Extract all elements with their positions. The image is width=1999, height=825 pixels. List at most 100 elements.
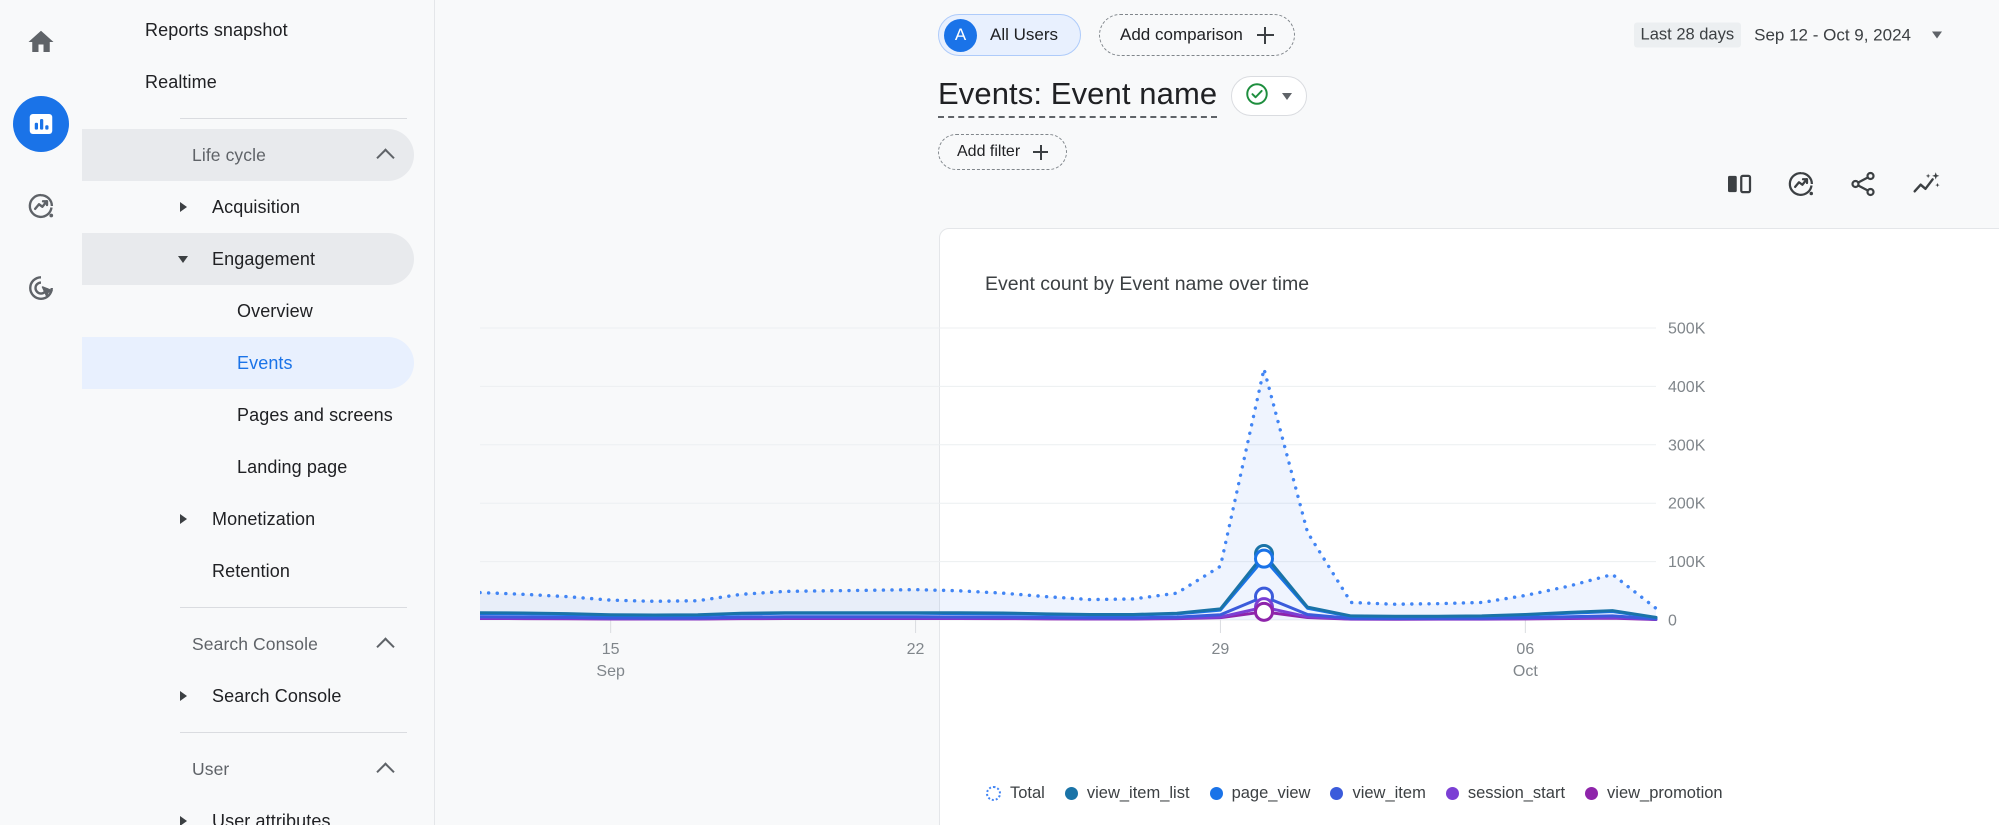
legend-item[interactable]: page_view — [1209, 784, 1311, 803]
sidebar-item-label: Reports snapshot — [145, 19, 288, 40]
sidebar-section-label: User — [192, 758, 230, 779]
sidebar-item-label: Landing page — [237, 456, 348, 477]
legend-item[interactable]: Total — [986, 784, 1045, 803]
data-point-marker-page_view[interactable] — [1254, 548, 1274, 569]
sidebar-item-label: Search Console — [212, 685, 342, 706]
plus-icon — [1033, 144, 1049, 160]
share-icon[interactable] — [1848, 169, 1878, 199]
chevron-up-icon — [376, 762, 395, 781]
home-icon[interactable] — [13, 14, 69, 70]
x-axis-tick-label: 15 — [602, 641, 620, 658]
legend-swatch-view_item — [1330, 787, 1344, 800]
chevron-down-icon — [1932, 31, 1942, 39]
main-content: A All Users Add comparison Last 28 days … — [435, 0, 1999, 825]
sidebar-item-user-attributes[interactable]: User attributes — [82, 795, 414, 825]
date-range-badge: Last 28 days — [1633, 22, 1742, 48]
sidebar-section-user[interactable]: User — [82, 743, 414, 795]
analytics-app: Reports snapshot Realtime Life cycle Acq… — [0, 0, 1999, 825]
x-axis-tick-sublabel: Sep — [596, 663, 625, 680]
add-comparison-label: Add comparison — [1120, 25, 1243, 44]
sidebar-item-label: Realtime — [145, 71, 217, 92]
legend-label: view_item — [1352, 784, 1426, 802]
sidebar-section-label: Search Console — [192, 633, 318, 654]
sidebar-item-label: User attributes — [212, 810, 331, 825]
y-axis-tick-label: 500K — [1668, 321, 1706, 338]
page-title[interactable]: Events: Event name — [938, 77, 1218, 119]
sidebar-item-reports-snapshot[interactable]: Reports snapshot — [82, 4, 414, 56]
legend-swatch-view_item_list — [1064, 787, 1078, 800]
legend-item[interactable]: view_item_list — [1064, 784, 1190, 803]
y-axis-tick-label: 400K — [1668, 379, 1706, 396]
y-axis-tick-label: 0 — [1668, 613, 1677, 630]
audience-chip-label: All Users — [990, 25, 1059, 44]
sidebar-item-retention[interactable]: Retention — [82, 545, 414, 597]
legend-label: Total — [1010, 784, 1045, 802]
legend-item[interactable]: view_promotion — [1585, 784, 1723, 803]
caret-right-icon — [180, 691, 187, 701]
time-series-chart[interactable]: 0 100K 200K 300K 400K 500K 15 Sep 22 29 06 Oct — [480, 318, 1766, 710]
sidebar-divider — [180, 607, 407, 608]
sidebar-item-pages-and-screens[interactable]: Pages and screens — [82, 389, 414, 441]
left-icon-rail — [0, 0, 82, 825]
sidebar-item-engagement[interactable]: Engagement — [82, 233, 414, 285]
legend-label: view_item_list — [1086, 784, 1190, 802]
sidebar-section-life-cycle[interactable]: Life cycle — [82, 129, 414, 181]
plus-icon — [1256, 26, 1274, 44]
sidebar-item-label: Acquisition — [212, 196, 301, 217]
date-range-picker[interactable]: Last 28 days Sep 12 - Oct 9, 2024 — [1633, 22, 1942, 48]
sidebar-item-label: Overview — [237, 300, 313, 321]
report-actions — [1724, 168, 1942, 200]
add-filter-button[interactable]: Add filter — [938, 134, 1068, 170]
sidebar-item-realtime[interactable]: Realtime — [82, 56, 414, 108]
legend-item[interactable]: session_start — [1445, 784, 1566, 803]
comparison-chips: A All Users Add comparison — [938, 14, 1295, 56]
legend-item[interactable]: view_item — [1330, 784, 1426, 803]
y-axis-tick-label: 100K — [1668, 554, 1706, 571]
report-topbar: A All Users Add comparison Last 28 days … — [435, 0, 1999, 70]
sidebar-item-monetization[interactable]: Monetization — [82, 493, 414, 545]
sidebar-item-landing-page[interactable]: Landing page — [82, 441, 414, 493]
insights-icon[interactable] — [1786, 169, 1816, 199]
legend-label: session_start — [1467, 784, 1566, 802]
caret-down-icon — [178, 255, 188, 263]
chevron-up-icon — [376, 637, 395, 656]
sidebar-item-label: Pages and screens — [237, 404, 393, 425]
sidebar-item-acquisition[interactable]: Acquisition — [82, 181, 414, 233]
sidebar-item-overview[interactable]: Overview — [82, 285, 414, 337]
sidebar-divider — [180, 118, 407, 119]
audience-chip-all-users[interactable]: A All Users — [938, 14, 1082, 56]
legend-label: view_promotion — [1607, 784, 1723, 802]
y-axis-tick-label: 300K — [1668, 437, 1706, 454]
series-area-Total — [480, 368, 1656, 620]
sidebar-item-events[interactable]: Events — [82, 337, 414, 389]
advertising-icon[interactable] — [13, 260, 69, 316]
sidebar-item-label: Retention — [212, 560, 290, 581]
legend-swatch-session_start — [1445, 787, 1459, 800]
reports-navigation: Reports snapshot Realtime Life cycle Acq… — [82, 0, 435, 825]
sidebar-item-search-console[interactable]: Search Console — [82, 670, 414, 722]
caret-right-icon — [180, 514, 187, 524]
sidebar-item-label: Monetization — [212, 508, 316, 529]
series-line-Total — [480, 367, 1658, 611]
legend-label: page_view — [1231, 784, 1311, 802]
legend-swatch-view_promotion — [1585, 787, 1599, 800]
chart-svg: 0 100K 200K 300K 400K 500K 15 Sep 22 29 06 Oct — [480, 321, 1706, 680]
reports-icon[interactable] — [13, 96, 69, 152]
avatar: A — [944, 18, 977, 52]
check-circle-icon — [1244, 81, 1270, 112]
sidebar-item-label: Engagement — [212, 248, 316, 269]
explore-icon[interactable] — [13, 178, 69, 234]
y-axis-tick-label: 200K — [1668, 496, 1706, 513]
dimension-status-dropdown[interactable] — [1231, 76, 1308, 116]
chart-title: Event count by Event name over time — [985, 273, 1310, 295]
compare-view-icon[interactable] — [1724, 169, 1754, 199]
caret-right-icon — [180, 202, 187, 212]
x-axis-tick-label: 29 — [1212, 641, 1230, 658]
ai-insights-icon[interactable] — [1910, 168, 1942, 200]
legend-swatch-page_view — [1209, 787, 1223, 800]
sidebar-section-search-console[interactable]: Search Console — [82, 618, 414, 670]
data-point-marker-view_promotion[interactable] — [1254, 601, 1274, 622]
caret-right-icon — [180, 816, 187, 825]
add-comparison-button[interactable]: Add comparison — [1099, 14, 1295, 56]
chart-legend: Total view_item_list page_view view_item ses… — [986, 784, 1736, 803]
